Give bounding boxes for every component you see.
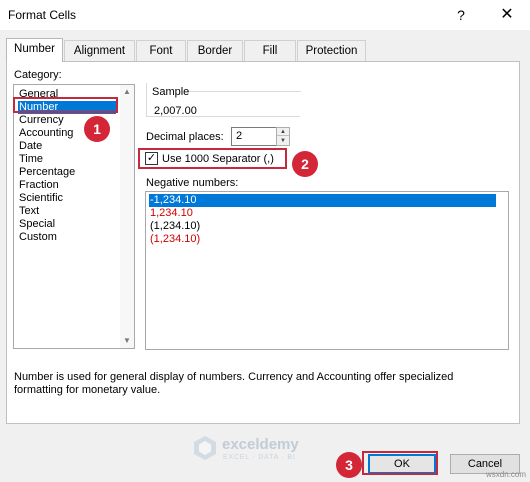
category-item-date[interactable]: Date [18, 140, 116, 153]
format-description: Number is used for general display of nu… [14, 371, 504, 397]
description-line-1: Number is used for general display of nu… [14, 371, 454, 383]
title-bar: Format Cells ? ✕ [0, 0, 530, 30]
negative-numbers-label: Negative numbers: [146, 177, 239, 189]
tab-protection[interactable]: Protection [297, 40, 366, 61]
watermark-name: exceldemy [222, 436, 299, 453]
exceldemy-logo-icon [194, 436, 216, 460]
category-label: Category: [14, 69, 62, 81]
step-badge-2: 2 [292, 151, 318, 177]
category-item-time[interactable]: Time [18, 153, 116, 166]
category-list[interactable]: General Number Currency Accounting Date … [13, 84, 135, 349]
category-item-fraction[interactable]: Fraction [18, 179, 116, 192]
negative-option-red-parens[interactable]: (1,234.10) [149, 233, 496, 246]
decimal-places-stepper[interactable]: ▲ ▼ [276, 127, 290, 146]
ok-button[interactable]: OK [368, 454, 436, 474]
category-item-scientific[interactable]: Scientific [18, 192, 116, 205]
tab-number[interactable]: Number [6, 38, 63, 62]
category-item-special[interactable]: Special [18, 218, 116, 231]
negative-numbers-list[interactable]: -1,234.10 1,234.10 (1,234.10) (1,234.10) [145, 191, 509, 350]
negative-option-minus[interactable]: -1,234.10 [149, 194, 496, 207]
step-badge-1: 1 [84, 116, 110, 142]
spin-down-icon[interactable]: ▼ [277, 137, 289, 145]
close-button[interactable]: ✕ [494, 3, 520, 27]
description-line-2: formatting for monetary value. [14, 384, 161, 396]
scroll-down-icon[interactable]: ▼ [120, 334, 134, 348]
help-button[interactable]: ? [448, 3, 474, 27]
category-item-percentage[interactable]: Percentage [18, 166, 116, 179]
negative-option-red[interactable]: 1,234.10 [149, 207, 496, 220]
sample-value: 2,007.00 [154, 105, 197, 117]
watermark-subtitle: EXCEL · DATA · BI [223, 454, 296, 461]
negative-option-parens[interactable]: (1,234.10) [149, 220, 496, 233]
tab-border[interactable]: Border [187, 40, 243, 61]
spin-up-icon[interactable]: ▲ [277, 128, 289, 136]
category-scrollbar[interactable]: ▲ ▼ [120, 85, 134, 348]
scroll-up-icon[interactable]: ▲ [120, 85, 134, 99]
category-item-custom[interactable]: Custom [18, 231, 116, 244]
step-badge-3: 3 [336, 452, 362, 478]
decimal-places-input[interactable]: 2 [231, 127, 277, 146]
category-item-general[interactable]: General [18, 88, 116, 101]
thousand-separator-label[interactable]: Use 1000 Separator (,) [162, 153, 274, 165]
category-item-number[interactable]: Number [18, 101, 116, 114]
site-watermark: wsxdn.com [486, 470, 527, 479]
category-item-text[interactable]: Text [18, 205, 116, 218]
tab-alignment[interactable]: Alignment [64, 40, 135, 61]
tab-font[interactable]: Font [136, 40, 186, 61]
decimal-places-label: Decimal places: [146, 131, 224, 143]
dialog-title: Format Cells [8, 8, 77, 22]
sample-label: Sample [152, 86, 190, 98]
thousand-separator-checkbox[interactable]: ✓ [145, 152, 158, 165]
tab-fill[interactable]: Fill [244, 40, 296, 61]
